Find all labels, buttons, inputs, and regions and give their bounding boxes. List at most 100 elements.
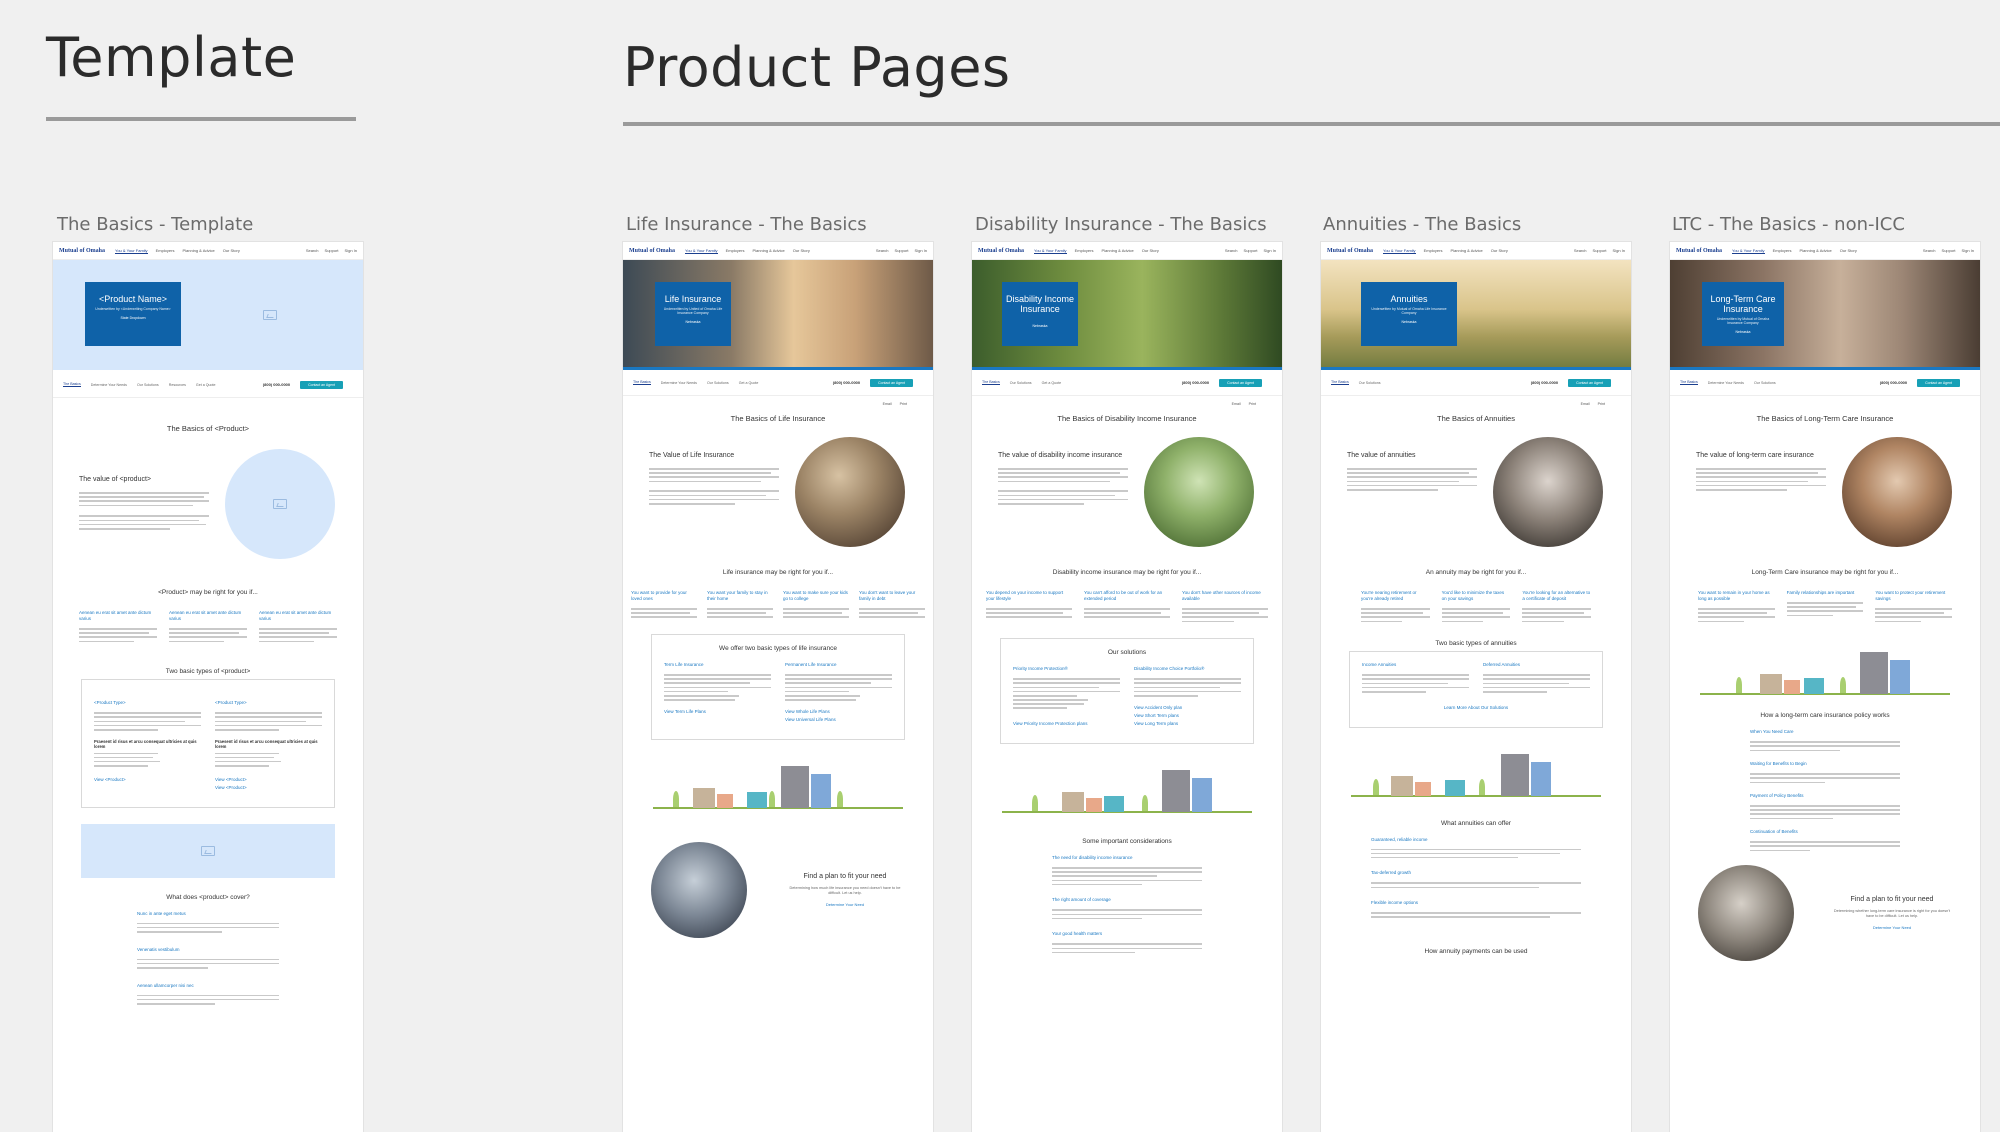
reason-link[interactable]: Aenean eu erat sit amet ante dictum vari… — [79, 610, 157, 622]
nav-link-story[interactable]: Our Story — [1142, 248, 1159, 253]
type-name[interactable]: Permanent Life Insurance — [785, 662, 892, 668]
subnav-basics[interactable]: The Basics — [982, 380, 1000, 385]
brand-logo[interactable]: Mutual of Omaha — [629, 248, 675, 254]
phone-number[interactable]: (800) 000-0000 — [1531, 380, 1558, 385]
subnav-solutions[interactable]: Our Solutions — [137, 383, 159, 387]
nav-support[interactable]: Support — [325, 248, 339, 253]
nav-link-family[interactable]: You & Your Family — [685, 248, 718, 254]
nav-search[interactable]: Search — [1574, 248, 1587, 253]
subnav-needs[interactable]: Determine Your Needs — [661, 381, 697, 385]
cover-item[interactable]: Venenatis vestibulum — [137, 947, 279, 953]
artboard-disability[interactable]: Mutual of Omaha You & Your Family Employ… — [972, 242, 1282, 1132]
print-link[interactable]: Print — [1598, 402, 1605, 406]
reason-link[interactable]: You're nearing retirement or you're alre… — [1361, 590, 1430, 602]
cover-item[interactable]: Nunc in ante eget metus — [137, 911, 279, 917]
nav-search[interactable]: Search — [306, 248, 319, 253]
email-link[interactable]: Email — [1232, 402, 1241, 406]
brand-logo[interactable]: Mutual of Omaha — [1676, 248, 1722, 254]
nav-search[interactable]: Search — [876, 248, 889, 253]
nav-link-employers[interactable]: Employers — [1075, 248, 1094, 253]
nav-support[interactable]: Support — [1593, 248, 1607, 253]
offer-item[interactable]: Tax-deferred growth — [1371, 870, 1581, 876]
solution-name[interactable]: Disability Income Choice Portfolio® — [1134, 666, 1241, 672]
nav-support[interactable]: Support — [1942, 248, 1956, 253]
nav-link-story[interactable]: Our Story — [793, 248, 810, 253]
type-name[interactable]: <Product Type> — [94, 700, 201, 706]
nav-link-employers[interactable]: Employers — [726, 248, 745, 253]
contact-agent-button[interactable]: Contact an Agent — [300, 380, 343, 389]
reason-link[interactable]: You want to protect your retirement savi… — [1875, 590, 1952, 602]
nav-link-story[interactable]: Our Story — [223, 248, 240, 253]
nav-link-employers[interactable]: Employers — [1424, 248, 1443, 253]
nav-search[interactable]: Search — [1923, 248, 1936, 253]
reason-link[interactable]: You want to remain in your home as long … — [1698, 590, 1775, 602]
state-dropdown[interactable]: Nebraska — [655, 320, 731, 324]
consideration-item[interactable]: Your good health matters — [1052, 931, 1202, 937]
works-item[interactable]: Continuation of Benefits — [1750, 829, 1900, 835]
state-dropdown[interactable]: Nebraska — [1702, 330, 1784, 334]
nav-support[interactable]: Support — [1244, 248, 1258, 253]
works-item[interactable]: Payment of Policy Benefits — [1750, 793, 1900, 799]
cover-item[interactable]: Aenean ullamcorper nisi nec — [137, 983, 279, 989]
type-name[interactable]: Deferred Annuities — [1483, 662, 1590, 668]
offer-item[interactable]: Flexible income options — [1371, 900, 1581, 906]
nav-sign-in[interactable]: Sign In — [1264, 248, 1276, 253]
view-plans-link[interactable]: View Universal Life Plans — [785, 717, 892, 723]
nav-link-family[interactable]: You & Your Family — [1732, 248, 1765, 254]
reason-link[interactable]: You don't have other sources of income a… — [1182, 590, 1268, 602]
reason-link[interactable]: You want to make sure your kids go to co… — [783, 590, 849, 602]
nav-link-employers[interactable]: Employers — [156, 248, 175, 253]
phone-number[interactable]: (800) 000-0000 — [1880, 380, 1907, 385]
view-plans-link[interactable]: View Short Term plans — [1134, 713, 1241, 719]
print-link[interactable]: Print — [1249, 402, 1256, 406]
reason-link[interactable]: You depend on your income to support you… — [986, 590, 1072, 602]
reason-link[interactable]: You'd like to minimize the taxes on your… — [1442, 590, 1511, 602]
nav-link-employers[interactable]: Employers — [1773, 248, 1792, 253]
nav-link-story[interactable]: Our Story — [1840, 248, 1857, 253]
reason-link[interactable]: You don't want to leave your family in d… — [859, 590, 925, 602]
nav-support[interactable]: Support — [895, 248, 909, 253]
subnav-basics[interactable]: The Basics — [1680, 380, 1698, 385]
phone-number[interactable]: (800) 000-0000 — [1182, 380, 1209, 385]
reason-link[interactable]: Aenean eu erat sit amet ante dictum vari… — [169, 610, 247, 622]
contact-agent-button[interactable]: Contact an Agent — [1568, 378, 1611, 387]
nav-link-planning[interactable]: Planning & Advice — [1799, 248, 1831, 253]
determine-need-link[interactable]: Determine Your Need — [785, 902, 905, 907]
artboard-template[interactable]: Mutual of Omaha You & Your Family Employ… — [53, 242, 363, 1132]
nav-sign-in[interactable]: Sign In — [915, 248, 927, 253]
state-dropdown[interactable]: Nebraska — [1002, 324, 1078, 328]
subnav-solutions[interactable]: Our Solutions — [1359, 381, 1381, 385]
phone-number[interactable]: (800) 000-0000 — [263, 382, 290, 387]
nav-link-planning[interactable]: Planning & Advice — [182, 248, 214, 253]
reason-link[interactable]: You want your family to stay in their ho… — [707, 590, 773, 602]
nav-link-story[interactable]: Our Story — [1491, 248, 1508, 253]
contact-agent-button[interactable]: Contact an Agent — [870, 378, 913, 387]
nav-link-planning[interactable]: Planning & Advice — [1450, 248, 1482, 253]
artboard-ltc[interactable]: Mutual of Omaha You & Your Family Employ… — [1670, 242, 1980, 1132]
nav-sign-in[interactable]: Sign In — [1962, 248, 1974, 253]
nav-link-planning[interactable]: Planning & Advice — [752, 248, 784, 253]
subnav-solutions[interactable]: Our Solutions — [707, 381, 729, 385]
view-plans-link[interactable]: View Accident Only plan — [1134, 705, 1241, 711]
view-product-link[interactable]: View <Product> — [215, 785, 322, 791]
nav-link-family[interactable]: You & Your Family — [115, 248, 148, 254]
nav-search[interactable]: Search — [1225, 248, 1238, 253]
nav-sign-in[interactable]: Sign In — [345, 248, 357, 253]
subnav-needs[interactable]: Determine Your Needs — [91, 383, 127, 387]
view-plans-link[interactable]: View Priority Income Protection plans — [1013, 721, 1120, 727]
consideration-item[interactable]: The right amount of coverage — [1052, 897, 1202, 903]
brand-logo[interactable]: Mutual of Omaha — [59, 248, 105, 254]
consideration-item[interactable]: The need for disability income insurance — [1052, 855, 1202, 861]
type-name[interactable]: Term Life Insurance — [664, 662, 771, 668]
subnav-basics[interactable]: The Basics — [63, 382, 81, 387]
offer-item[interactable]: Guaranteed, reliable income — [1371, 837, 1581, 843]
view-product-link[interactable]: View <Product> — [94, 777, 201, 783]
state-dropdown[interactable]: State Dropdown — [85, 316, 181, 320]
contact-agent-button[interactable]: Contact an Agent — [1917, 378, 1960, 387]
view-product-link[interactable]: View <Product> — [215, 777, 322, 783]
subnav-basics[interactable]: The Basics — [633, 380, 651, 385]
reason-link[interactable]: You want to provide for your loved ones — [631, 590, 697, 602]
learn-more-link[interactable]: Learn More About Our Solutions — [1362, 705, 1590, 711]
email-link[interactable]: Email — [1581, 402, 1590, 406]
contact-agent-button[interactable]: Contact an Agent — [1219, 378, 1262, 387]
